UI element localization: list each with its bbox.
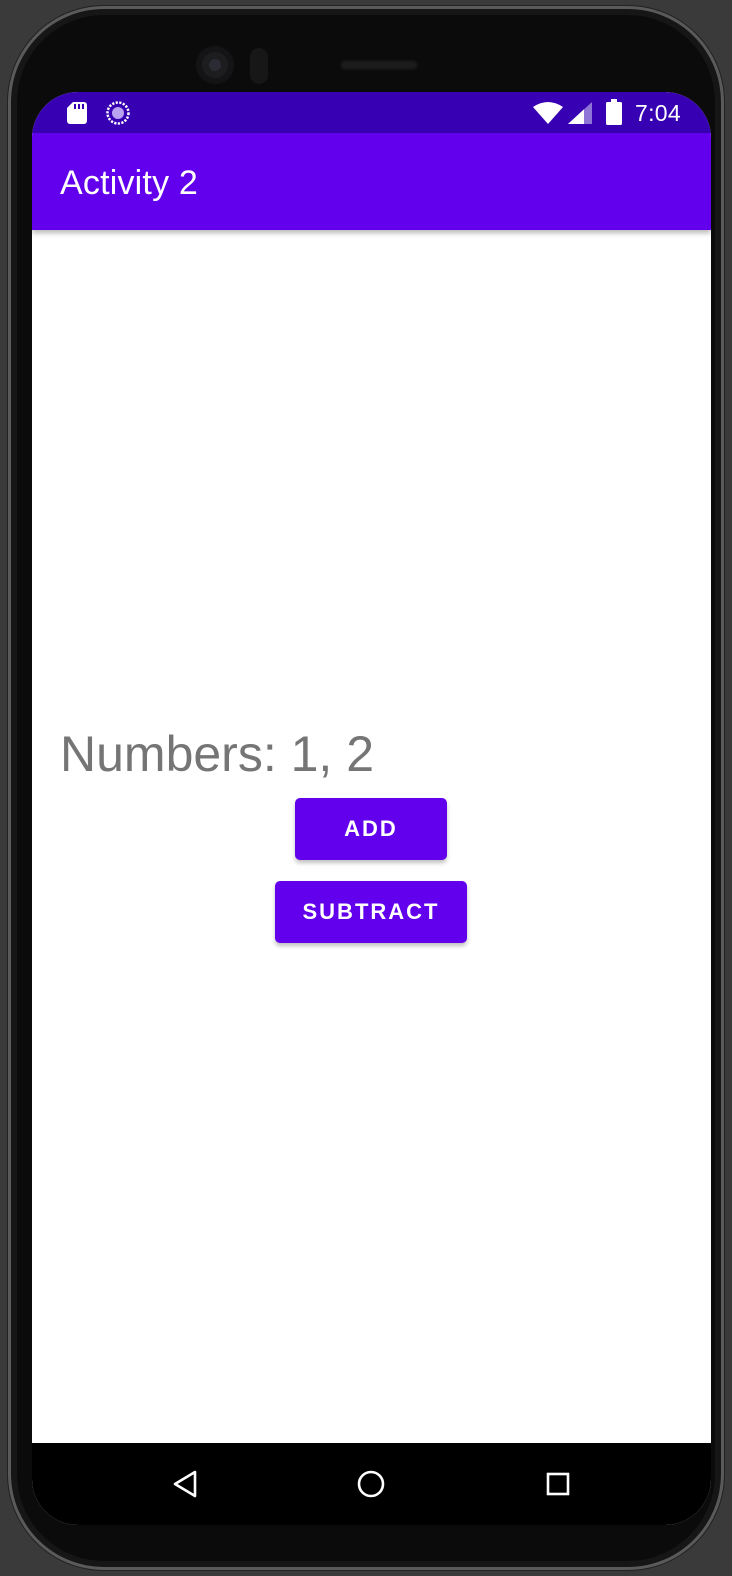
cell-signal-icon (568, 102, 592, 124)
device-screen: 7:04 Activity 2 Numbers: 1, 2 ADD SUBTRA… (32, 92, 711, 1525)
proximity-sensor (250, 48, 268, 84)
app-bar: Activity 2 (32, 133, 711, 230)
recents-icon[interactable] (544, 1470, 572, 1498)
sync-icon (106, 101, 130, 125)
front-camera (196, 46, 234, 84)
home-icon[interactable] (356, 1469, 386, 1499)
status-bar: 7:04 (32, 92, 711, 133)
back-icon[interactable] (171, 1470, 199, 1498)
battery-icon (606, 99, 622, 125)
numbers-text: Numbers: 1, 2 (60, 726, 375, 782)
sd-card-icon (67, 102, 87, 124)
main-content: Numbers: 1, 2 ADD SUBTRACT (32, 230, 711, 1443)
subtract-button[interactable]: SUBTRACT (275, 881, 467, 943)
page-title: Activity 2 (60, 164, 199, 202)
status-clock: 7:04 (635, 100, 681, 126)
navigation-bar (32, 1443, 711, 1525)
wifi-icon (533, 102, 563, 124)
earpiece-speaker (340, 60, 418, 70)
add-button[interactable]: ADD (295, 798, 447, 860)
